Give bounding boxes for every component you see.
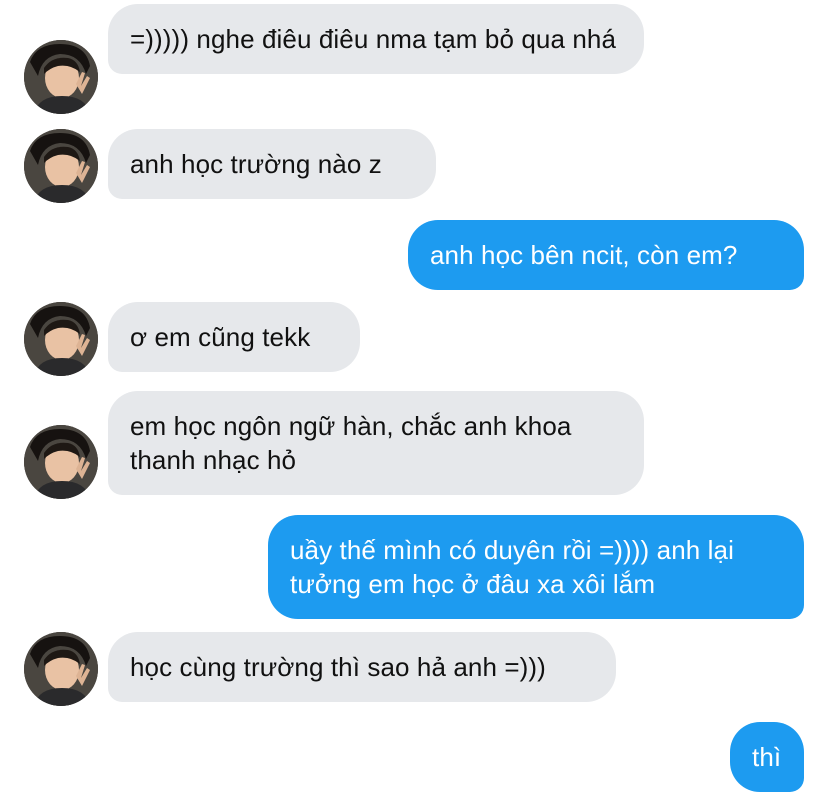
outgoing-message[interactable]: uầy thế mình có duyên rồi =)))) anh lại … [268,515,804,619]
contact-avatar[interactable] [24,129,98,203]
chat-thread: =))))) nghe điêu điêu nma tạm bỏ qua nhá… [0,0,828,800]
incoming-message[interactable]: =))))) nghe điêu điêu nma tạm bỏ qua nhá [108,4,644,74]
contact-avatar[interactable] [24,632,98,706]
incoming-message[interactable]: học cùng trường thì sao hả anh =))) [108,632,616,702]
incoming-message[interactable]: anh học trường nào z [108,129,436,199]
incoming-message[interactable]: ơ em cũng tekk [108,302,360,372]
avatar-photo-icon [24,40,98,114]
contact-avatar[interactable] [24,302,98,376]
avatar-photo-icon [24,302,98,376]
avatar-photo-icon [24,632,98,706]
avatar-photo-icon [24,129,98,203]
outgoing-message[interactable]: anh học bên ncit, còn em? [408,220,804,290]
avatar-photo-icon [24,425,98,499]
outgoing-message[interactable]: thì [730,722,804,792]
contact-avatar[interactable] [24,425,98,499]
contact-avatar[interactable] [24,40,98,114]
incoming-message[interactable]: em học ngôn ngữ hàn, chắc anh khoa thanh… [108,391,644,495]
